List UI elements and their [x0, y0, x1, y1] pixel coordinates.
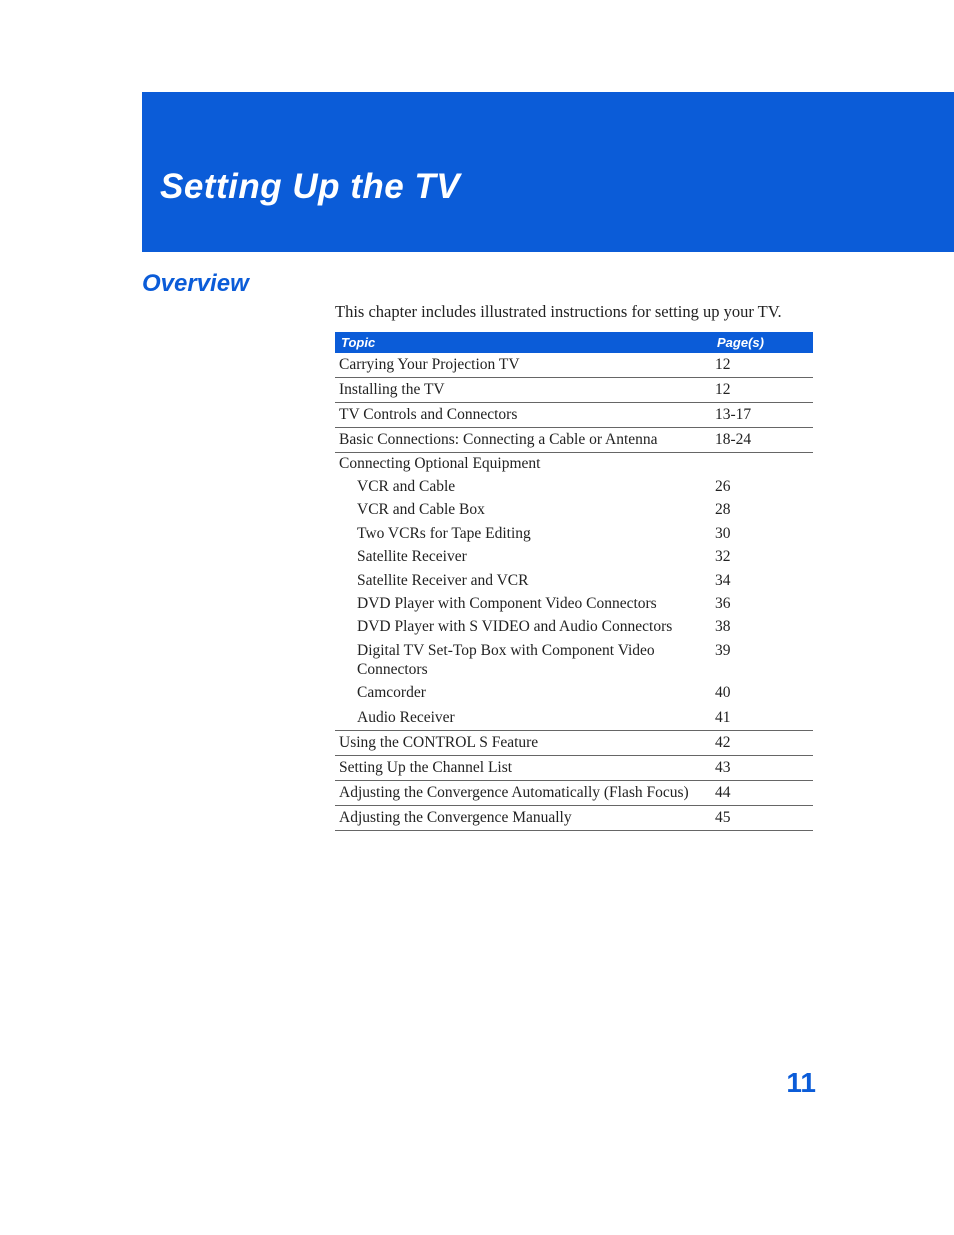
pages-cell: 18-24	[711, 428, 813, 453]
pages-cell: 13-17	[711, 403, 813, 428]
table-row: Adjusting the Convergence Automatically …	[335, 781, 813, 806]
chapter-title: Setting Up the TV	[160, 167, 460, 207]
pages-cell	[711, 453, 813, 476]
topic-cell: Two VCRs for Tape Editing	[335, 522, 711, 545]
page-number: 11	[786, 1067, 816, 1099]
pages-cell: 36	[711, 592, 813, 615]
topic-cell: TV Controls and Connectors	[335, 403, 711, 428]
table-row: DVD Player with Component Video Connecto…	[335, 592, 813, 615]
topic-cell: VCR and Cable	[335, 475, 711, 498]
topic-cell: Basic Connections: Connecting a Cable or…	[335, 428, 711, 453]
topic-cell: Carrying Your Projection TV	[335, 353, 711, 378]
table-row: Setting Up the Channel List 43	[335, 756, 813, 781]
pages-cell: 28	[711, 498, 813, 521]
topic-cell: Setting Up the Channel List	[335, 756, 711, 781]
intro-paragraph: This chapter includes illustrated instru…	[335, 302, 782, 322]
pages-cell: 43	[711, 756, 813, 781]
table-row: Basic Connections: Connecting a Cable or…	[335, 428, 813, 453]
pages-cell: 34	[711, 569, 813, 592]
topic-cell: Satellite Receiver	[335, 545, 711, 568]
pages-cell: 38	[711, 615, 813, 638]
pages-cell: 32	[711, 545, 813, 568]
table-row: TV Controls and Connectors 13-17	[335, 403, 813, 428]
topic-cell: Satellite Receiver and VCR	[335, 569, 711, 592]
topic-cell: Adjusting the Convergence Automatically …	[335, 781, 711, 806]
contents-table: Topic Page(s) Carrying Your Projection T…	[335, 332, 813, 831]
topic-cell: Installing the TV	[335, 378, 711, 403]
pages-cell: 26	[711, 475, 813, 498]
table-row: Connecting Optional Equipment	[335, 453, 813, 476]
table-row: DVD Player with S VIDEO and Audio Connec…	[335, 615, 813, 638]
topic-cell: Connecting Optional Equipment	[335, 453, 711, 476]
table-row: Adjusting the Convergence Manually 45	[335, 806, 813, 831]
topic-cell: Adjusting the Convergence Manually	[335, 806, 711, 831]
column-header-pages: Page(s)	[711, 332, 813, 353]
pages-cell: 45	[711, 806, 813, 831]
pages-cell: 30	[711, 522, 813, 545]
table-row: Digital TV Set-Top Box with Component Vi…	[335, 639, 813, 682]
table-row: Satellite Receiver and VCR 34	[335, 569, 813, 592]
topic-cell: DVD Player with Component Video Connecto…	[335, 592, 711, 615]
topic-cell: Using the CONTROL S Feature	[335, 731, 711, 756]
column-header-topic: Topic	[335, 332, 711, 353]
topic-cell: VCR and Cable Box	[335, 498, 711, 521]
table-row: Installing the TV 12	[335, 378, 813, 403]
pages-cell: 12	[711, 353, 813, 378]
table-row: Using the CONTROL S Feature 42	[335, 731, 813, 756]
pages-cell: 44	[711, 781, 813, 806]
pages-cell: 40	[711, 681, 813, 704]
topic-cell: Camcorder	[335, 681, 711, 704]
topic-cell: DVD Player with S VIDEO and Audio Connec…	[335, 615, 711, 638]
topic-cell: Audio Receiver	[335, 705, 711, 731]
table-row: VCR and Cable 26	[335, 475, 813, 498]
table-row: Two VCRs for Tape Editing 30	[335, 522, 813, 545]
table-row: Camcorder 40	[335, 681, 813, 704]
section-heading-overview: Overview	[142, 270, 249, 298]
table-row: Satellite Receiver 32	[335, 545, 813, 568]
pages-cell: 12	[711, 378, 813, 403]
chapter-banner: Setting Up the TV	[142, 92, 954, 252]
table-row: VCR and Cable Box 28	[335, 498, 813, 521]
table-row: Audio Receiver 41	[335, 705, 813, 731]
pages-cell: 41	[711, 705, 813, 731]
pages-cell: 39	[711, 639, 813, 682]
topic-cell: Digital TV Set-Top Box with Component Vi…	[335, 639, 711, 682]
table-row: Carrying Your Projection TV 12	[335, 353, 813, 378]
pages-cell: 42	[711, 731, 813, 756]
